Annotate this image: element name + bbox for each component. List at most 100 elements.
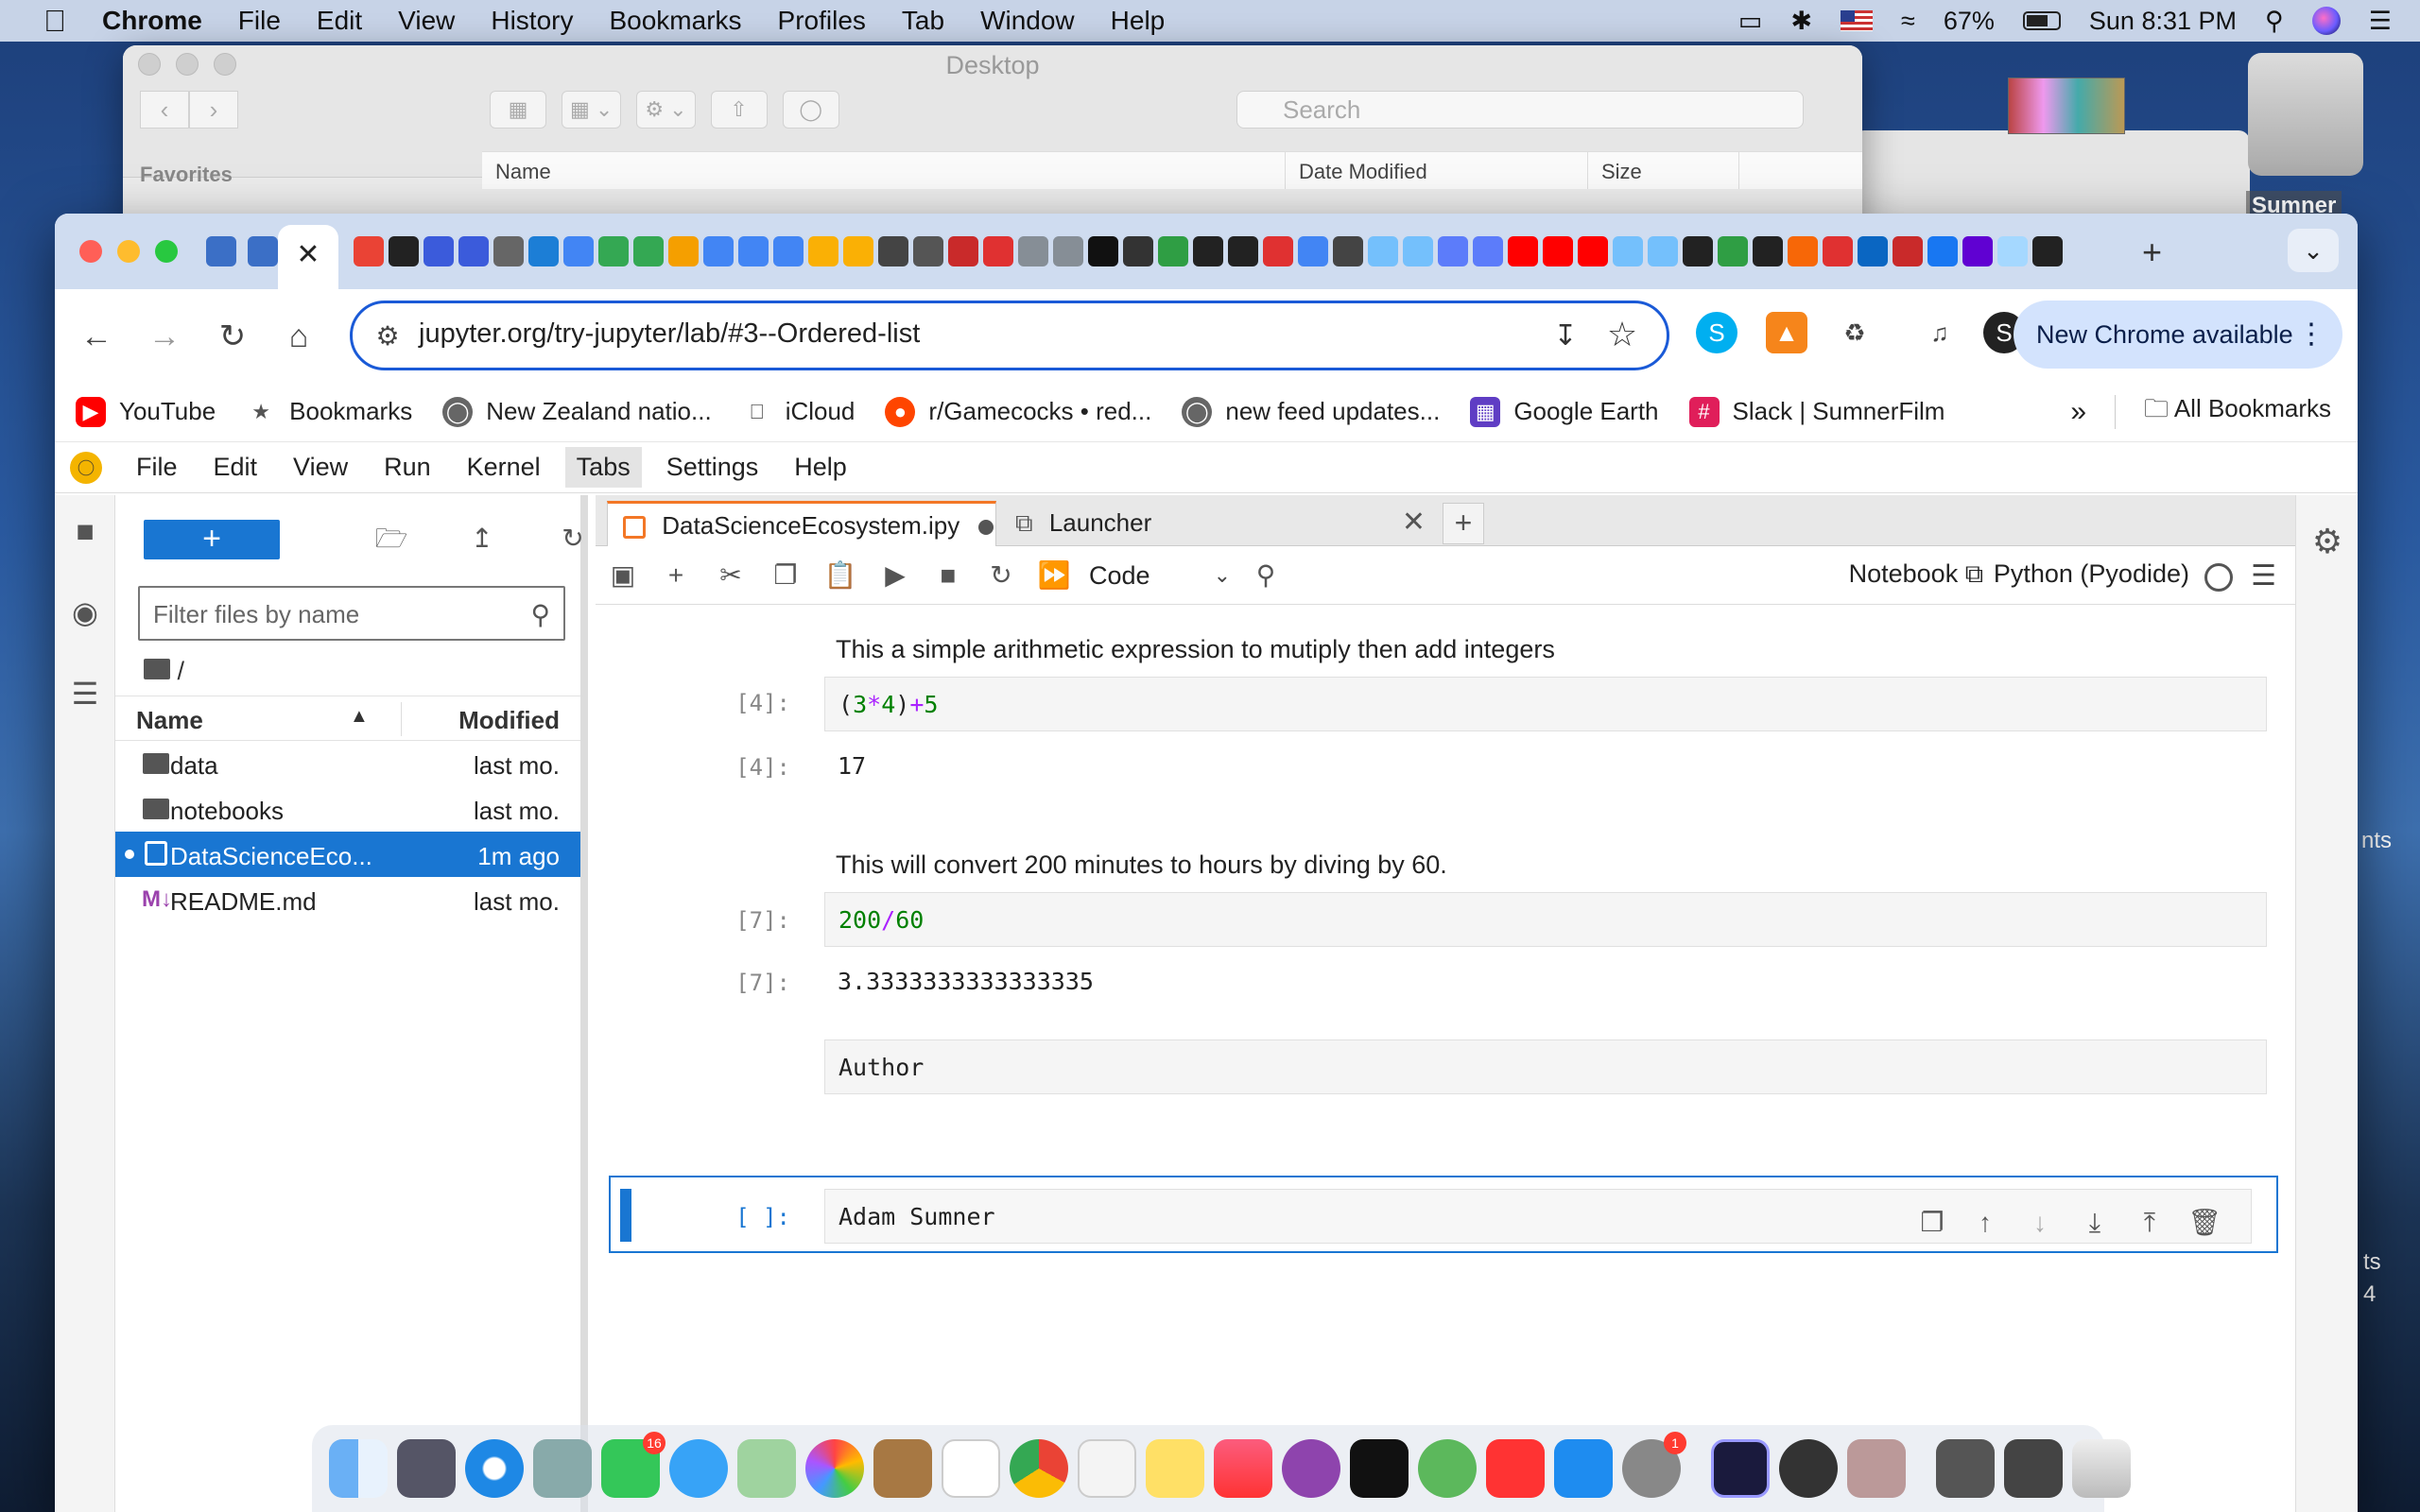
jmenu-kernel[interactable]: Kernel — [456, 447, 552, 488]
file-row-notebooks[interactable]: notebooks last mo. — [115, 786, 580, 832]
menu-help[interactable]: Help — [1111, 6, 1166, 36]
window-close-button[interactable] — [79, 240, 102, 263]
tab-icon[interactable] — [1473, 236, 1503, 266]
quicktime-app-icon[interactable] — [1779, 1439, 1838, 1498]
running-kernels-icon[interactable]: ◉ — [66, 593, 104, 631]
contacts-app-icon[interactable] — [873, 1439, 932, 1498]
tab-icon[interactable] — [983, 236, 1013, 266]
calculator-app-icon[interactable] — [1847, 1439, 1906, 1498]
breadcrumb[interactable]: / — [144, 656, 184, 686]
airplay-icon[interactable]: ▭ — [1738, 7, 1763, 36]
tab-icon[interactable] — [1893, 236, 1923, 266]
tab-icon[interactable] — [1193, 236, 1223, 266]
bluetooth-icon[interactable]: ✱ — [1790, 7, 1812, 36]
control-center-icon[interactable]: ☰ — [2369, 7, 2392, 36]
tab-icon[interactable] — [563, 236, 594, 266]
more-menu-icon[interactable]: ⋮ — [2297, 301, 2325, 369]
move-up-icon[interactable]: ↑ — [1968, 1206, 2002, 1240]
paste-icon[interactable]: 📋 — [822, 558, 858, 593]
menu-tab[interactable]: Tab — [902, 6, 944, 36]
bookmark-new-zealand[interactable]: ◯ New Zealand natio... — [442, 396, 712, 427]
file-row-data[interactable]: data last mo. — [115, 741, 580, 786]
tab-search-chevron-icon[interactable]: ⌄ — [2288, 229, 2339, 272]
tab-icon[interactable] — [773, 236, 804, 266]
tab-icon[interactable] — [633, 236, 664, 266]
bookmark-slack[interactable]: # Slack | SumnerFilm — [1688, 396, 1945, 427]
tab-icon[interactable] — [493, 236, 524, 266]
menu-profiles[interactable]: Profiles — [778, 6, 866, 36]
collapser-bar[interactable] — [620, 1189, 631, 1242]
tab-icon[interactable] — [1228, 236, 1258, 266]
tab-icon[interactable] — [1508, 236, 1538, 266]
menu-chrome[interactable]: Chrome — [102, 6, 202, 36]
window-minimize-button[interactable] — [117, 240, 140, 263]
close-icon[interactable]: ✕ — [296, 239, 320, 270]
add-tab-button[interactable]: + — [1443, 503, 1484, 544]
tab-icon[interactable] — [948, 236, 978, 266]
tab-icon[interactable] — [1158, 236, 1188, 266]
tab-icon[interactable] — [1753, 236, 1783, 266]
music-app-icon[interactable] — [1214, 1439, 1272, 1498]
tab-icon[interactable] — [1263, 236, 1293, 266]
markdown-cell[interactable]: This will convert 200 minutes to hours b… — [836, 850, 1447, 880]
app-store-icon[interactable] — [1554, 1439, 1613, 1498]
apple-menu-icon[interactable]:  — [36, 2, 74, 40]
property-inspector-gear-icon[interactable]: ⚙ — [2308, 522, 2347, 561]
tab-icon[interactable] — [843, 236, 873, 266]
jmenu-tabs[interactable]: Tabs — [564, 447, 642, 488]
reload-icon[interactable]: ↻ — [212, 316, 253, 357]
home-icon[interactable]: ⌂ — [278, 316, 320, 357]
tab-icon[interactable] — [1613, 236, 1643, 266]
tab-icon[interactable] — [1053, 236, 1083, 266]
photos-app-icon[interactable] — [805, 1439, 864, 1498]
close-tab-icon[interactable]: ✕ — [1402, 501, 1426, 544]
bookmarks-overflow-icon[interactable]: » — [2070, 396, 2086, 428]
raw-cell-author[interactable]: Author — [824, 1040, 2267, 1094]
tab-icon[interactable] — [528, 236, 559, 266]
tab-icon[interactable] — [1018, 236, 1048, 266]
code-cell-input[interactable]: 200/60 — [824, 892, 2267, 947]
bookmark-star-icon[interactable]: ☆ — [1602, 315, 1642, 354]
tab-icon[interactable] — [598, 236, 629, 266]
cell-type-select[interactable]: Code ⌄ — [1080, 558, 1231, 593]
bookmark-google-earth[interactable]: ▦ Google Earth — [1470, 396, 1659, 427]
jmenu-file[interactable]: File — [125, 447, 189, 488]
back-arrow-icon[interactable]: ← — [76, 316, 117, 357]
tab-icon[interactable] — [1962, 236, 1993, 266]
chrome-app-icon[interactable] — [1010, 1439, 1068, 1498]
new-folder-icon[interactable]: 🗁 — [372, 520, 410, 558]
file-browser-folder-icon[interactable]: ■ — [66, 512, 104, 550]
notes-app-icon[interactable] — [1146, 1439, 1204, 1498]
new-launcher-button[interactable]: + — [144, 520, 280, 559]
icon-view-icon[interactable]: ▦ — [490, 91, 546, 129]
news-app-icon[interactable] — [1486, 1439, 1545, 1498]
tab-icon[interactable] — [738, 236, 769, 266]
new-chrome-available-button[interactable]: New Chrome available ⋮ — [2014, 301, 2342, 369]
tag-icon[interactable]: ◯ — [782, 91, 839, 129]
messages-app-icon[interactable] — [669, 1439, 728, 1498]
tab-icon[interactable] — [2032, 236, 2063, 266]
recent-window-icon[interactable] — [2004, 1439, 2063, 1498]
tab-icon[interactable] — [1823, 236, 1853, 266]
site-settings-icon[interactable]: ⚙ — [370, 318, 406, 354]
skype-extension-icon[interactable]: S — [1696, 312, 1737, 353]
bookmark-bookmarks[interactable]: ★ Bookmarks — [246, 397, 412, 427]
trash-icon[interactable] — [2072, 1439, 2131, 1498]
finder-app-icon[interactable] — [329, 1439, 388, 1498]
copy-icon[interactable]: ❐ — [768, 558, 804, 593]
apple-tv-app-icon[interactable] — [1350, 1439, 1409, 1498]
tab-icon[interactable] — [1123, 236, 1153, 266]
stop-icon[interactable]: ■ — [930, 558, 966, 593]
action-gear-icon[interactable]: ⚙ ⌄ — [636, 91, 696, 129]
tab-icon[interactable] — [1683, 236, 1713, 266]
menu-view[interactable]: View — [398, 6, 455, 36]
open-in-notebook-link[interactable]: Notebook ⧉ — [1849, 559, 1983, 590]
column-date-modified[interactable]: Date Modified — [1286, 152, 1588, 189]
tab-icon[interactable] — [1858, 236, 1888, 266]
column-name[interactable]: Name — [482, 152, 1286, 189]
tab-icon[interactable] — [878, 236, 908, 266]
column-divider[interactable] — [401, 702, 402, 736]
cut-icon[interactable]: ✂ — [713, 558, 749, 593]
address-bar[interactable]: ⚙ jupyter.org/try-jupyter/lab/#3--Ordere… — [350, 301, 1669, 370]
tab-icon[interactable] — [703, 236, 734, 266]
